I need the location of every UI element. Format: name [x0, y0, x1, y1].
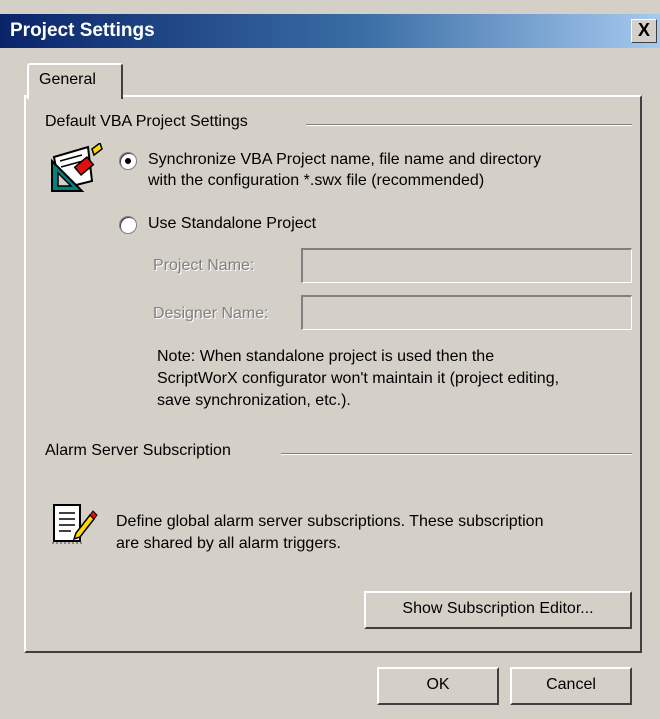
- tab-general-label: General: [39, 71, 96, 88]
- ok-button[interactable]: OK: [377, 667, 499, 705]
- alarm-group-divider: [281, 453, 632, 455]
- vba-project-icon: [51, 143, 103, 192]
- standalone-radio[interactable]: [119, 216, 137, 234]
- tab-general[interactable]: General: [27, 63, 123, 99]
- note-line2: ScriptWorX configurator won't maintain i…: [157, 370, 560, 387]
- alarm-description-line2: are shared by all alarm triggers.: [116, 535, 341, 552]
- window-title: Project Settings: [10, 20, 155, 41]
- show-subscription-editor-button[interactable]: Show Subscription Editor...: [364, 591, 632, 629]
- vba-group-divider: [306, 124, 632, 126]
- subscription-edit-icon: [52, 504, 98, 544]
- alarm-description-line1: Define global alarm server subscriptions…: [116, 513, 544, 530]
- sync-option-line1[interactable]: Synchronize VBA Project name, file name …: [148, 150, 541, 170]
- sync-radio-dot: [125, 158, 131, 164]
- close-icon: X: [637, 20, 650, 40]
- title-bar[interactable]: Project Settings X: [0, 14, 660, 48]
- project-name-field[interactable]: [301, 248, 632, 283]
- vba-group-title: Default VBA Project Settings: [45, 113, 248, 130]
- alarm-group-title: Alarm Server Subscription: [45, 442, 231, 459]
- designer-name-field[interactable]: [301, 295, 632, 330]
- close-button[interactable]: X: [631, 19, 657, 43]
- project-settings-dialog: Project Settings X General Default VBA P…: [0, 0, 660, 719]
- sync-option-line2[interactable]: with the configuration *.swx file (recom…: [148, 171, 484, 191]
- note-line3: save synchronization, etc.).: [157, 392, 351, 409]
- standalone-option-label[interactable]: Use Standalone Project: [148, 214, 316, 234]
- project-name-label: Project Name:: [153, 257, 255, 274]
- sync-radio[interactable]: [119, 152, 137, 170]
- designer-name-label: Designer Name:: [153, 305, 269, 322]
- note-line1: Note: When standalone project is used th…: [157, 348, 495, 365]
- cancel-button[interactable]: Cancel: [510, 667, 632, 705]
